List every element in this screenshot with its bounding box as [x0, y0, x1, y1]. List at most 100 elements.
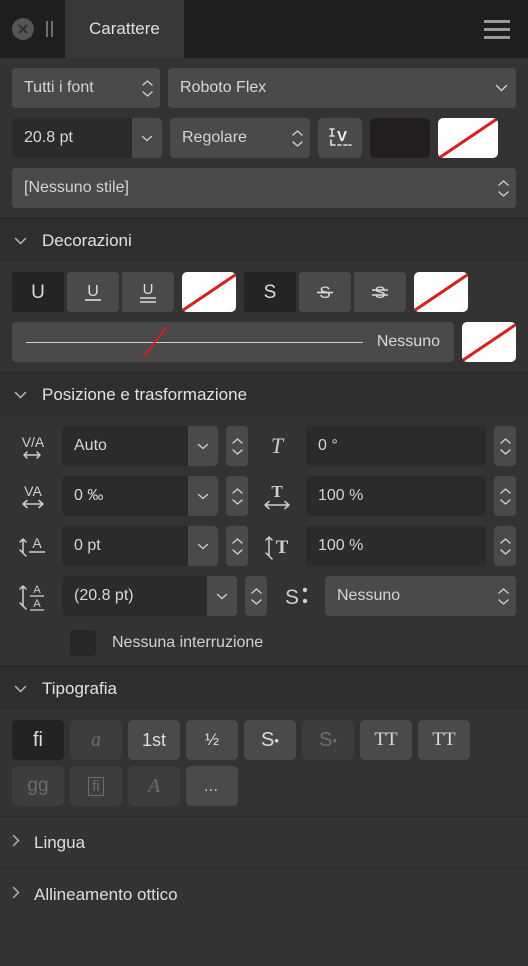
menu-icon[interactable]	[466, 0, 528, 58]
strikethrough-none-button[interactable]: S	[244, 272, 296, 312]
glyph-panel-button: fi	[70, 766, 122, 806]
line-style-select[interactable]: Nessuno	[12, 322, 454, 362]
svg-text:S: S	[264, 282, 277, 303]
panel-titlebar: Carattere	[0, 0, 528, 58]
tracking-stepper[interactable]	[226, 476, 248, 516]
underline-group: U U U	[12, 272, 174, 312]
svg-text:U: U	[31, 282, 45, 303]
section-header-posizione[interactable]: Posizione e trasformazione	[0, 372, 528, 416]
tracking-icon: VA	[12, 476, 54, 516]
text-position-select[interactable]: Nessuno	[325, 576, 516, 616]
font-collection-select[interactable]: Tutti i font	[12, 68, 160, 108]
baseline-shift-input[interactable]: 0 pt	[62, 526, 218, 566]
leading-stepper[interactable]	[245, 576, 267, 616]
chevron-down-icon[interactable]	[188, 526, 218, 566]
paragraph-style-row: [Nessuno stile]	[12, 168, 516, 208]
chevron-right-icon	[12, 834, 20, 852]
kerning-value: Auto	[74, 437, 107, 454]
underline-double-button[interactable]: U	[122, 272, 174, 312]
underline-color-swatch[interactable]	[182, 272, 236, 312]
strikethrough-single-button[interactable]: S	[299, 272, 351, 312]
subscript-label: S	[319, 728, 333, 751]
skew-stepper[interactable]	[494, 426, 516, 466]
vertical-scale-value: 100 %	[318, 537, 364, 554]
small-caps-button[interactable]: TT	[418, 720, 470, 760]
section-body-posizione: V/A Auto T 0 ° VA 0 ‰ T 100 % A 0 pt T 1…	[0, 416, 528, 666]
chevron-down-icon[interactable]	[188, 426, 218, 466]
superscript-label: S	[261, 728, 275, 751]
line-style-row: Nessuno	[12, 322, 516, 362]
svg-text:T: T	[271, 482, 283, 501]
line-style-value: Nessuno	[376, 333, 440, 350]
stroke-color-swatch[interactable]	[438, 118, 498, 158]
no-break-row: Nessuna interruzione	[12, 630, 516, 656]
fractions-button[interactable]: ½	[186, 720, 238, 760]
close-icon[interactable]	[12, 18, 34, 40]
section-header-decorazioni[interactable]: Decorazioni	[0, 218, 528, 262]
skew-input[interactable]: 0 °	[306, 426, 486, 466]
svg-text:VA: VA	[24, 483, 42, 499]
typography-features-row-2: gg fi A …	[12, 766, 516, 806]
tab-carattere-label: Carattere	[89, 19, 160, 38]
alternate-glyphs-button: gg	[12, 766, 64, 806]
vertical-scale-input[interactable]: 100 %	[306, 526, 486, 566]
horizontal-scale-stepper[interactable]	[494, 476, 516, 516]
font-family-select[interactable]: Roboto Flex	[168, 68, 516, 108]
drag-handle-icon[interactable]	[46, 21, 53, 37]
strikethrough-color-swatch[interactable]	[414, 272, 468, 312]
ordinals-button[interactable]: 1st	[128, 720, 180, 760]
section-title-posizione: Posizione e trasformazione	[42, 384, 248, 404]
alternate-glyphs-label: gg	[27, 775, 49, 796]
baseline-shift-stepper[interactable]	[226, 526, 248, 566]
underline-single-button[interactable]: U	[67, 272, 119, 312]
font-selection-section: Tutti i font Roboto Flex 20.8 pt Regolar…	[0, 58, 528, 218]
svg-text:A: A	[33, 598, 41, 610]
chevron-down-icon	[12, 685, 28, 693]
font-size-input[interactable]: 20.8 pt	[12, 118, 162, 158]
tab-carattere[interactable]: Carattere	[65, 0, 184, 58]
section-header-allineamento-ottico[interactable]: Allineamento ottico	[0, 868, 528, 920]
chevron-down-icon[interactable]	[486, 68, 516, 108]
no-break-label: Nessuna interruzione	[112, 634, 264, 651]
underline-none-button[interactable]: U	[12, 272, 64, 312]
superscript-button[interactable]: S •	[244, 720, 296, 760]
ligatures-standard-button[interactable]: fi	[12, 720, 64, 760]
baseline-shift-value: 0 pt	[74, 537, 101, 554]
horizontal-scale-input[interactable]: 100 %	[306, 476, 486, 516]
vertical-scale-icon: T	[256, 526, 298, 566]
section-body-decorazioni: U U U S S S Nessuno	[0, 262, 528, 372]
fill-color-swatch[interactable]	[370, 118, 430, 158]
font-style-select[interactable]: Regolare	[170, 118, 310, 158]
section-header-tipografia[interactable]: Tipografia	[0, 666, 528, 710]
vertical-scale-stepper[interactable]	[494, 526, 516, 566]
no-break-checkbox[interactable]	[70, 630, 96, 656]
glyph-panel-label: fi	[88, 776, 104, 796]
all-caps-button[interactable]: TT	[360, 720, 412, 760]
section-title-allineamento-ottico: Allineamento ottico	[34, 884, 178, 904]
chevron-updown-icon	[494, 587, 512, 605]
chevron-down-icon[interactable]	[132, 118, 162, 158]
character-style-select[interactable]: [Nessuno stile]	[12, 168, 516, 208]
leading-input[interactable]: (20.8 pt)	[62, 576, 237, 616]
swash-label: A	[147, 774, 161, 797]
section-header-lingua[interactable]: Lingua	[0, 816, 528, 868]
kerning-input[interactable]: Auto	[62, 426, 218, 466]
kerning-stepper[interactable]	[226, 426, 248, 466]
chevron-updown-icon	[288, 129, 306, 147]
ligatures-discretionary-label: a	[91, 728, 101, 751]
ligatures-discretionary-button: a	[70, 720, 122, 760]
chevron-right-icon	[12, 886, 20, 904]
horizontal-scale-value: 100 %	[318, 487, 364, 504]
fractions-label: ½	[204, 730, 220, 749]
typography-features-row-1: fi a 1st ½ S • S • TT TT	[12, 720, 516, 760]
tracking-input[interactable]: 0 ‰	[62, 476, 218, 516]
chevron-down-icon[interactable]	[207, 576, 237, 616]
kerning-skew-row: V/A Auto T 0 °	[12, 426, 516, 466]
more-options-button[interactable]: …	[186, 766, 238, 806]
section-title-lingua: Lingua	[34, 832, 86, 852]
strikethrough-double-button[interactable]: S	[354, 272, 406, 312]
svg-text:A: A	[32, 535, 42, 551]
line-style-color-swatch[interactable]	[462, 322, 516, 362]
variable-font-axes-icon[interactable]: V	[318, 118, 362, 158]
chevron-down-icon[interactable]	[188, 476, 218, 516]
